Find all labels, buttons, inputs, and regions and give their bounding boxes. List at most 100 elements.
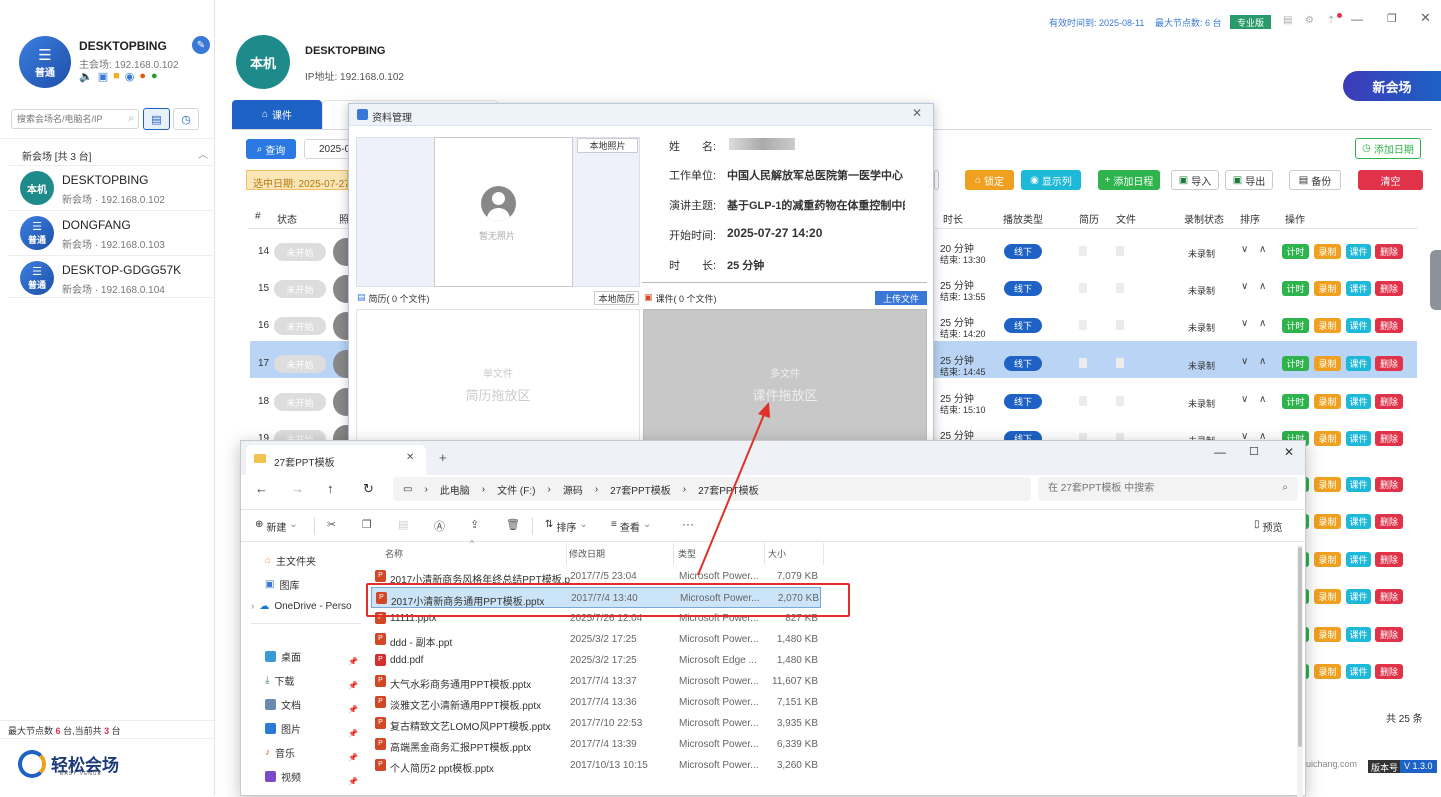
edit-icon[interactable]: ✎ [192, 36, 210, 54]
timer-button[interactable]: 计时 [1282, 394, 1309, 409]
record-button[interactable]: 录制 [1314, 318, 1341, 333]
delete-button[interactable]: 删除 [1375, 627, 1403, 642]
timer-button[interactable]: 计时 [1282, 244, 1309, 259]
backup-button[interactable]: ▤ 备份 [1289, 170, 1341, 190]
delete-button[interactable]: 删除 [1375, 318, 1403, 333]
settings-icon[interactable]: ⚙ [1305, 15, 1314, 26]
delete-button[interactable]: 删除 [1375, 514, 1403, 529]
paste-icon[interactable]: ▤ [398, 518, 408, 531]
device-row[interactable]: 本机 DESKTOPBING 新会场 · 192.168.0.102 [8, 165, 213, 208]
course-file-icon[interactable] [1116, 246, 1124, 256]
course-file-icon[interactable] [1116, 320, 1124, 330]
back-icon[interactable]: ← [255, 481, 268, 496]
nav-docs[interactable]: 文档 [265, 697, 301, 712]
nav-desktop[interactable]: 桌面 [265, 649, 301, 664]
file-row[interactable]: P 复古精致文艺LOMO风PPT模板.pptx 2017/7/10 22:53 … [371, 713, 821, 734]
course-file-icon[interactable] [1116, 396, 1124, 406]
courseware-button[interactable]: 课件 [1346, 664, 1371, 679]
play-type-badge[interactable]: 线下 [1004, 318, 1042, 333]
device-search-input[interactable] [12, 110, 120, 128]
timer-button[interactable]: 计时 [1282, 356, 1309, 371]
timer-button[interactable]: 计时 [1282, 281, 1309, 296]
courseware-button[interactable]: 课件 [1346, 244, 1371, 259]
record-button[interactable]: 录制 [1314, 514, 1341, 529]
col-name[interactable]: 名称 [385, 547, 403, 560]
explorer-search[interactable]: ⌕ [1038, 477, 1298, 501]
record-button[interactable]: 录制 [1314, 477, 1341, 492]
import-button[interactable]: ▣ 导入 [1171, 170, 1219, 190]
up-icon[interactable]: ↑ [327, 481, 334, 496]
move-down-icon[interactable]: ∨ [1241, 244, 1248, 255]
list-view-icon[interactable]: ▤ [143, 108, 170, 130]
new-venue-button[interactable]: 新会场 [1343, 71, 1441, 101]
folder-icon[interactable]: ■ [113, 70, 120, 83]
timer-button[interactable]: 计时 [1282, 318, 1309, 333]
minimize-icon[interactable]: — [1214, 445, 1226, 459]
clear-button[interactable]: 清空 [1358, 170, 1423, 190]
delete-button[interactable]: 删除 [1375, 477, 1403, 492]
record-button[interactable]: 录制 [1314, 244, 1341, 259]
device-search[interactable]: ⌕ [11, 109, 139, 129]
delete-button[interactable]: 删除 [1375, 664, 1403, 679]
close-icon[interactable]: ✕ [1284, 445, 1294, 459]
speaker-icon[interactable]: 🔈 [79, 70, 93, 83]
device-row[interactable]: ☰ 普通 DESKTOP-GDGG57K 新会场 · 192.168.0.104 [8, 255, 213, 298]
refresh-icon[interactable]: ↻ [363, 481, 374, 497]
col-size[interactable]: 大小 [768, 547, 786, 560]
close-icon[interactable]: ✕ [406, 452, 414, 463]
record-button[interactable]: 录制 [1314, 281, 1341, 296]
close-icon[interactable]: ✕ [912, 106, 922, 120]
share-icon[interactable]: ⇪ [470, 518, 479, 531]
forward-icon[interactable]: → [291, 481, 304, 496]
move-up-icon[interactable]: ∧ [1259, 281, 1266, 292]
courseware-button[interactable]: 课件 [1346, 589, 1371, 604]
nav-music[interactable]: ♪ 音乐 [265, 745, 295, 760]
course-file-icon[interactable] [1116, 283, 1124, 293]
delete-button[interactable]: 删除 [1375, 589, 1403, 604]
courseware-button[interactable]: 课件 [1346, 627, 1371, 642]
address-bar[interactable]: ▭ › 此电脑 › 文件 (F:) › 源码 › 27套PPT模板 › 27套PPT模板 [393, 477, 1031, 501]
courseware-button[interactable]: 课件 [1346, 318, 1371, 333]
globe-icon[interactable]: ◉ [125, 70, 135, 83]
minimize-icon[interactable]: — [1351, 12, 1363, 26]
record-button[interactable]: 录制 [1314, 431, 1341, 446]
device-row[interactable]: ☰ 普通 DONGFANG 新会场 · 192.168.0.103 [8, 210, 213, 253]
resume-file-icon[interactable] [1079, 396, 1087, 406]
search-icon[interactable]: ⌕ [128, 113, 134, 124]
file-row[interactable]: P ddd.pdf 2025/3/2 17:25 Microsoft Edge … [371, 650, 821, 671]
sort-button[interactable]: ⇅ 排序 ⌄ [545, 519, 588, 534]
move-up-icon[interactable]: ∧ [1259, 356, 1266, 367]
local-resume-button[interactable]: 本地简历 [594, 291, 639, 305]
scrollbar-thumb[interactable] [1298, 547, 1302, 747]
nav-downloads[interactable]: ⤓ 下载 [265, 673, 294, 688]
maximize-icon[interactable]: ☐ [1249, 445, 1259, 458]
query-button[interactable]: ⌕ 查询 [246, 139, 296, 159]
show-columns-button[interactable]: ◉ 显示列 [1021, 170, 1081, 190]
delete-button[interactable]: 删除 [1375, 394, 1403, 409]
nav-onedrive[interactable]: › ☁ OneDrive - Perso [251, 601, 352, 612]
rename-icon[interactable]: Ⓐ [434, 518, 445, 534]
play-type-badge[interactable]: 线下 [1004, 281, 1042, 296]
browser-icon[interactable]: ● [139, 70, 146, 83]
move-down-icon[interactable]: ∨ [1241, 318, 1248, 329]
delete-button[interactable]: 删除 [1375, 552, 1403, 567]
play-type-badge[interactable]: 线下 [1004, 394, 1042, 409]
nav-pictures[interactable]: 图片 [265, 721, 301, 736]
nav-video[interactable]: 视频 [265, 769, 301, 784]
record-button[interactable]: 录制 [1314, 552, 1341, 567]
clock-icon[interactable]: ◷ [173, 108, 199, 130]
record-button[interactable]: 录制 [1314, 589, 1341, 604]
record-button[interactable]: 录制 [1314, 394, 1341, 409]
maximize-icon[interactable]: ❐ [1387, 12, 1397, 25]
new-tab-icon[interactable]: + [439, 450, 447, 465]
explorer-search-input[interactable] [1038, 477, 1258, 499]
preview-button[interactable]: ▯ 预览 [1254, 519, 1283, 534]
courseware-button[interactable]: 课件 [1346, 431, 1371, 446]
delete-button[interactable]: 删除 [1375, 281, 1403, 296]
col-type[interactable]: 类型 [678, 547, 696, 560]
new-button[interactable]: ⊕ 新建 ⌄ [255, 519, 298, 534]
courseware-button[interactable]: 课件 [1346, 394, 1371, 409]
file-row[interactable]: P 个人简历2 ppt模板.pptx 2017/10/13 10:15 Micr… [371, 755, 821, 776]
courseware-button[interactable]: 课件 [1346, 477, 1371, 492]
delete-button[interactable]: 删除 [1375, 431, 1403, 446]
